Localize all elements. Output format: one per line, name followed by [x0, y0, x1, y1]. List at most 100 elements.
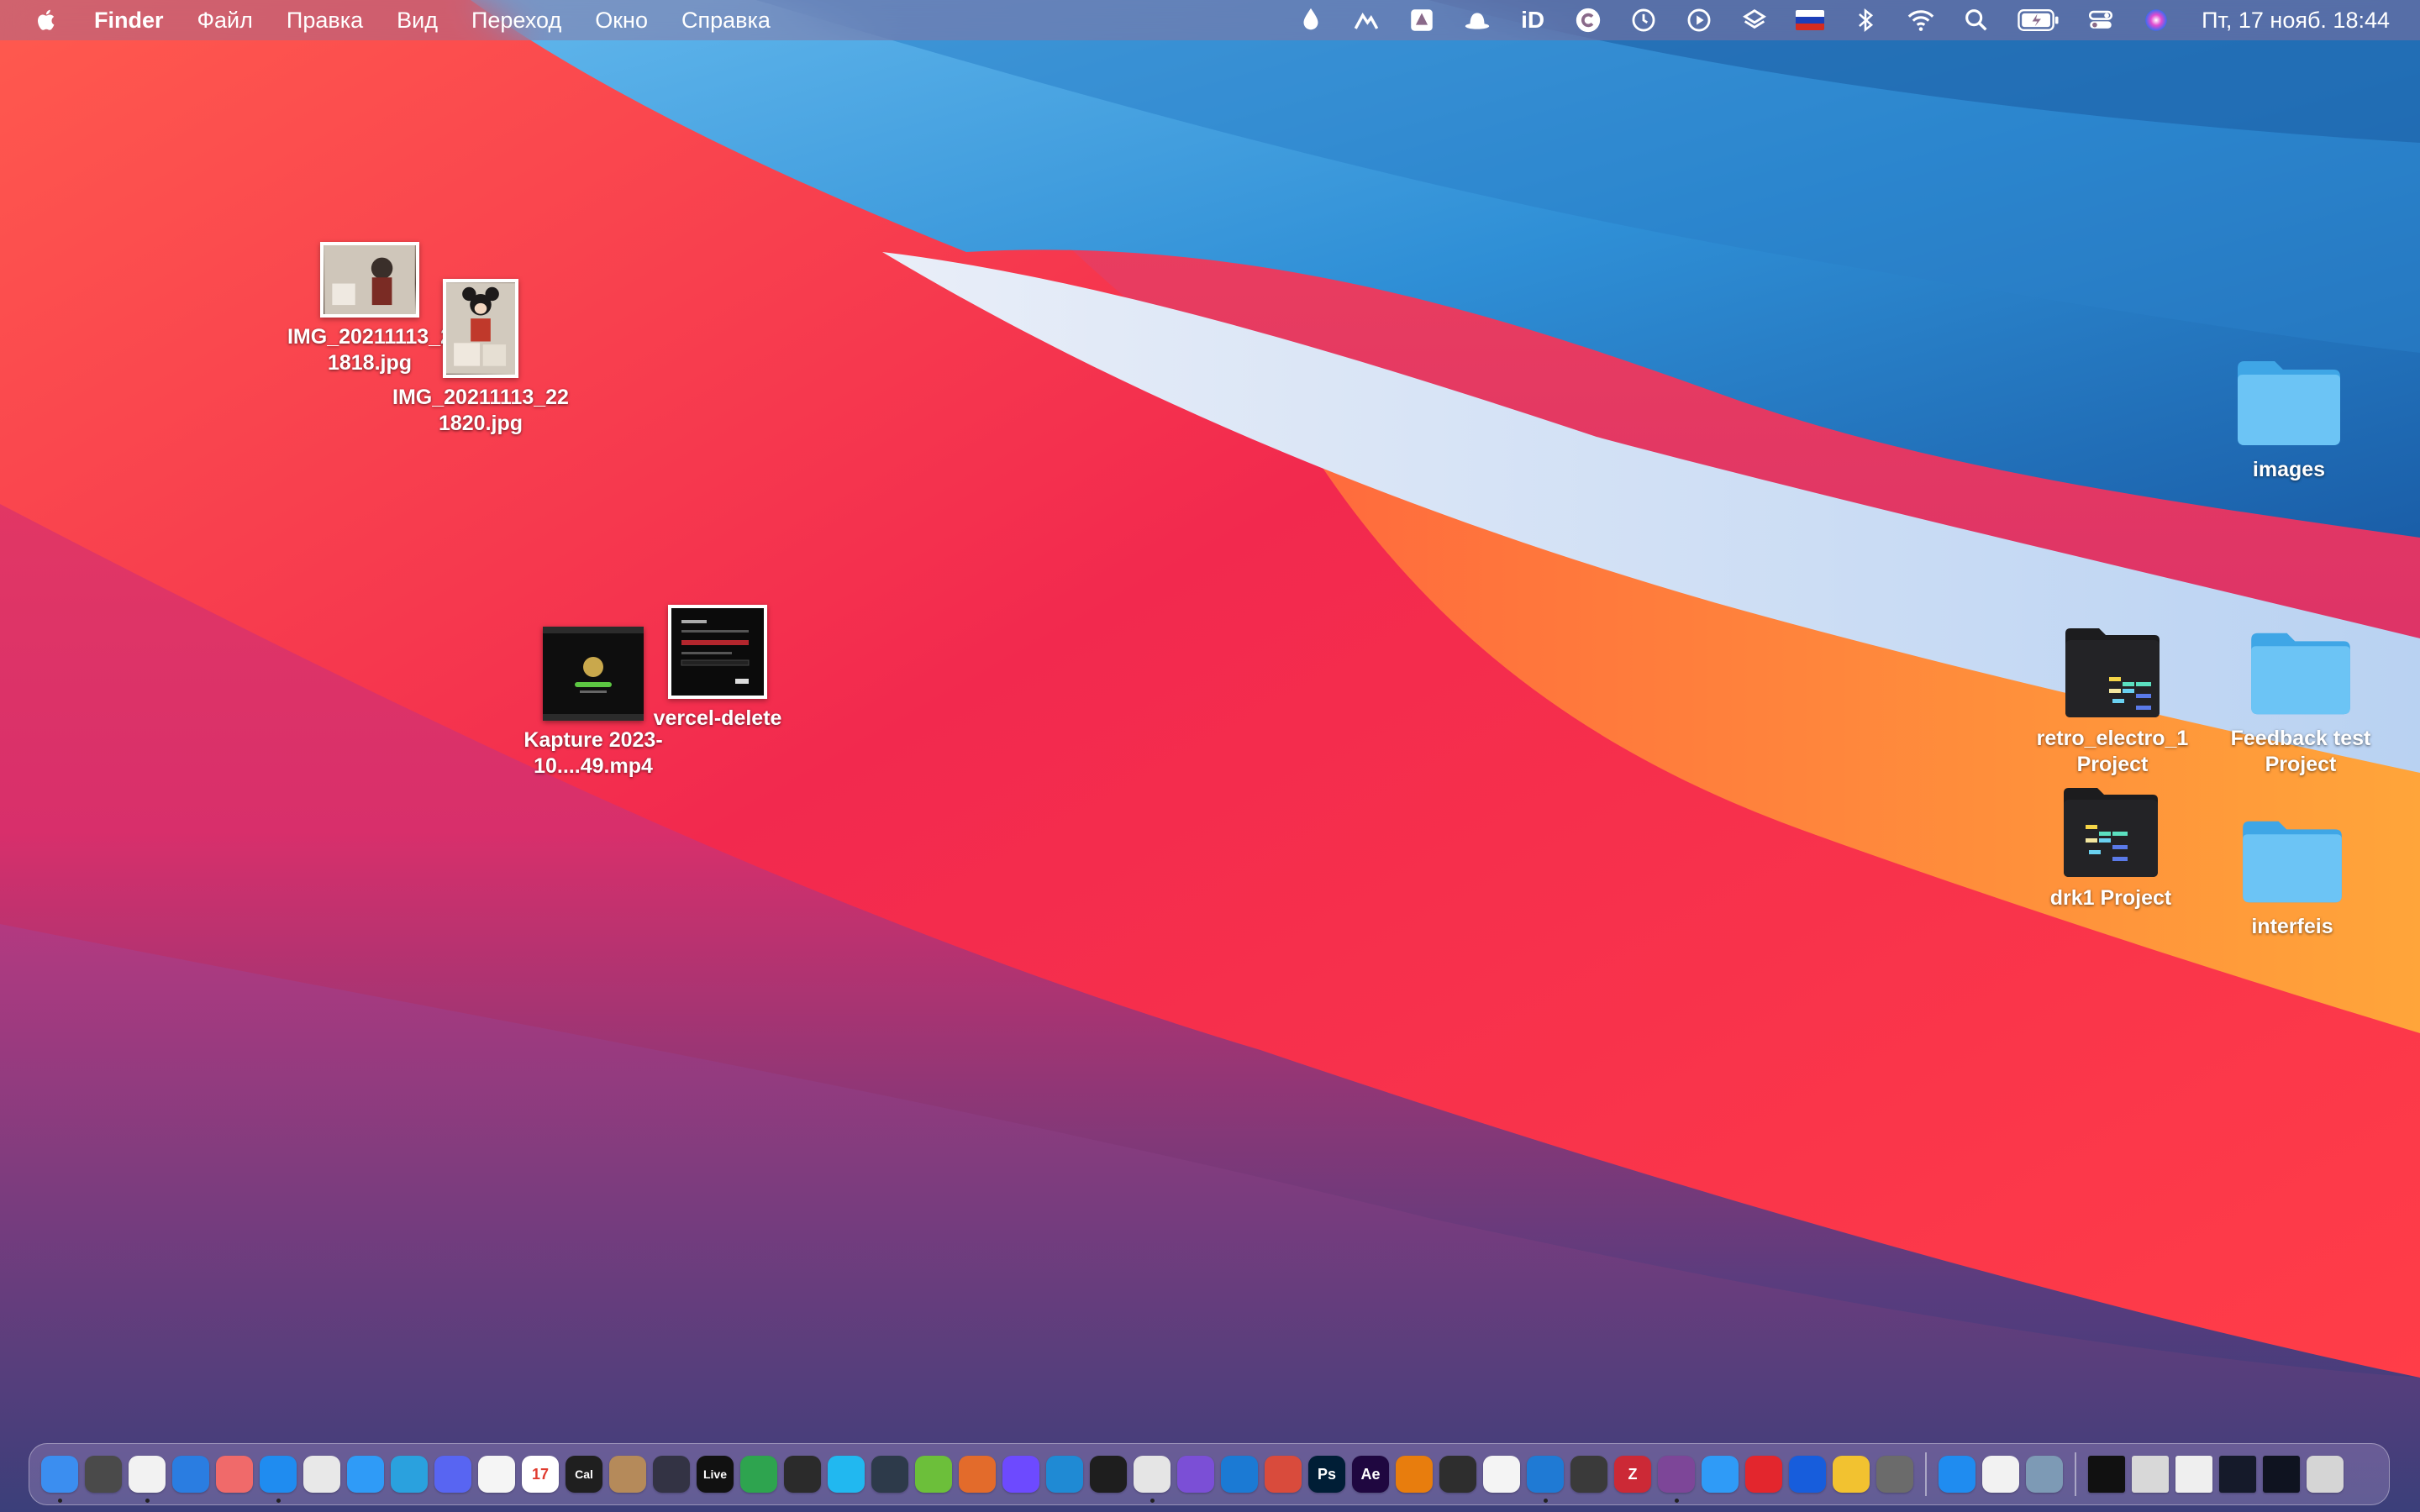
edge-icon[interactable]	[1046, 1456, 1083, 1493]
menu-app-finder[interactable]: Finder	[94, 8, 164, 34]
affinity-designer-icon[interactable]	[1221, 1456, 1258, 1493]
ableton-live-icon[interactable]: Live	[697, 1456, 734, 1493]
telegram-icon[interactable]	[391, 1456, 428, 1493]
spotlight-icon[interactable]	[1961, 5, 1991, 35]
arc-icon[interactable]	[784, 1456, 821, 1493]
dock-icon-label: Cal	[575, 1467, 593, 1481]
apple-menu-icon[interactable]	[30, 3, 64, 37]
menu-bar: Finder Файл Правка Вид Переход Окно Спра…	[0, 0, 2420, 40]
bluetooth-icon[interactable]	[1850, 5, 1881, 35]
app-store-icon[interactable]	[1939, 1456, 1975, 1493]
adobe-cc-icon[interactable]	[1745, 1456, 1782, 1493]
minimized-window-dark-2[interactable]	[2263, 1456, 2300, 1493]
desktop-file-label: Kapture 2023-10....49.mp4	[523, 728, 663, 778]
hat-icon[interactable]	[1462, 5, 1492, 35]
sublime-icon[interactable]	[1570, 1456, 1607, 1493]
contacts-icon[interactable]	[609, 1456, 646, 1493]
xcode-tools-icon[interactable]	[172, 1456, 209, 1493]
menu-view[interactable]: Вид	[397, 8, 438, 34]
calculator-icon[interactable]	[85, 1456, 122, 1493]
vscode-icon[interactable]	[1527, 1456, 1564, 1503]
scene-icon[interactable]	[959, 1456, 996, 1493]
menu-help[interactable]: Справка	[681, 8, 771, 34]
chrome-icon[interactable]	[303, 1456, 340, 1493]
menu-window[interactable]: Окно	[595, 8, 648, 34]
mail-icon[interactable]	[347, 1456, 384, 1493]
dock-separator	[2075, 1452, 2076, 1496]
desktop-project-drk1[interactable]: drk1 Project	[2010, 785, 2212, 911]
desktop-file-label: IMG_20211113_22 1820.jpg	[392, 386, 569, 435]
desktop-file-img-1820[interactable]: IMG_20211113_22 1820.jpg	[380, 279, 581, 437]
siri-icon[interactable]	[2141, 5, 2171, 35]
id-icon[interactable]: iD	[1518, 5, 1548, 35]
folder-icon	[2238, 816, 2347, 907]
asana-icon[interactable]	[216, 1456, 253, 1493]
drive-icon[interactable]	[1407, 5, 1437, 35]
trash-icon[interactable]	[2307, 1456, 2344, 1493]
photos-icon[interactable]	[478, 1456, 515, 1493]
menubar-clock[interactable]: Пт, 17 нояб. 18:44	[2202, 8, 2390, 34]
desktop-folder-images[interactable]: images	[2196, 356, 2381, 483]
infuse-icon[interactable]	[653, 1456, 690, 1493]
affinity-photo-icon[interactable]	[1177, 1456, 1214, 1493]
menu-go[interactable]: Переход	[471, 8, 561, 34]
minimized-window-dark-1[interactable]	[2219, 1456, 2256, 1493]
obs-icon[interactable]	[1439, 1456, 1476, 1493]
time-machine-icon[interactable]	[1628, 5, 1659, 35]
desktop-folder-feedback-test[interactable]: Feedback test Project	[2200, 628, 2402, 778]
desktop-folder-label: Feedback test Project	[2230, 727, 2371, 776]
discord-icon[interactable]	[434, 1456, 471, 1493]
play-circle-icon[interactable]	[1684, 5, 1714, 35]
system-preferences-icon[interactable]	[1876, 1456, 1913, 1493]
drop-icon[interactable]	[1296, 5, 1326, 35]
menu-edit[interactable]: Правка	[287, 8, 363, 34]
minimized-window-photo[interactable]	[2132, 1456, 2169, 1493]
clock-icon[interactable]	[129, 1456, 166, 1503]
id-text: iD	[1521, 7, 1545, 33]
migration-icon[interactable]	[2026, 1456, 2063, 1493]
proton-vpn-icon[interactable]	[1002, 1456, 1039, 1493]
vectornator-icon[interactable]	[740, 1456, 777, 1493]
bitwarden-icon[interactable]	[1789, 1456, 1826, 1493]
desktop-file-vercel-delete[interactable]: vercel-delete	[625, 605, 810, 732]
dock-icon-label: Ps	[1317, 1465, 1337, 1483]
photoshop-icon[interactable]: Ps	[1308, 1456, 1345, 1493]
figma-icon[interactable]	[1090, 1456, 1127, 1493]
calendar-icon[interactable]: 17	[522, 1456, 559, 1493]
davinci-icon[interactable]	[871, 1456, 908, 1493]
finder-icon[interactable]	[41, 1456, 78, 1503]
layers-icon[interactable]	[1739, 5, 1770, 35]
affinity-publisher-icon[interactable]	[1265, 1456, 1302, 1493]
wifi-icon[interactable]	[1906, 5, 1936, 35]
zotero-icon[interactable]: Z	[1614, 1456, 1651, 1493]
font-book-icon[interactable]	[1982, 1456, 2019, 1493]
pixelmator-icon[interactable]	[1134, 1456, 1171, 1503]
dock: 17 Cal Live Ps Ae Z	[29, 1443, 2390, 1505]
flag-ru-icon[interactable]	[1795, 5, 1825, 35]
pineapple-icon[interactable]	[915, 1456, 952, 1493]
network-radar-icon[interactable]	[828, 1456, 865, 1493]
photo-thumbnail	[443, 279, 518, 378]
desktop-folder-label: interfeis	[2251, 915, 2333, 938]
cal-com-icon[interactable]: Cal	[566, 1456, 602, 1493]
white-circle-icon[interactable]	[1483, 1456, 1520, 1493]
dock-icon-label: Live	[702, 1467, 727, 1481]
menu-file[interactable]: Файл	[197, 8, 253, 34]
control-center-icon[interactable]	[2086, 5, 2116, 35]
desktop-folder-interfeis[interactable]: interfeis	[2200, 816, 2385, 940]
minimized-window-terminal[interactable]	[2088, 1456, 2125, 1493]
dock-icon-label: Z	[1628, 1465, 1638, 1483]
mountain-icon[interactable]	[1351, 5, 1381, 35]
safari-icon[interactable]	[260, 1456, 297, 1503]
testflight-icon[interactable]	[1702, 1456, 1739, 1493]
battery-icon[interactable]	[2017, 5, 2060, 35]
tor-icon[interactable]	[1658, 1456, 1695, 1503]
folder-icon	[2246, 628, 2355, 719]
after-effects-icon[interactable]: Ae	[1352, 1456, 1389, 1493]
cyberduck-icon[interactable]	[1833, 1456, 1870, 1493]
minimized-window-screenshot[interactable]	[2175, 1456, 2212, 1493]
blender-icon[interactable]	[1396, 1456, 1433, 1493]
c-icon[interactable]	[1573, 5, 1603, 35]
desktop-file-label: vercel-delete	[653, 706, 782, 730]
desktop-project-retro-electro[interactable]: retro_electro_1 Project	[2003, 625, 2222, 778]
